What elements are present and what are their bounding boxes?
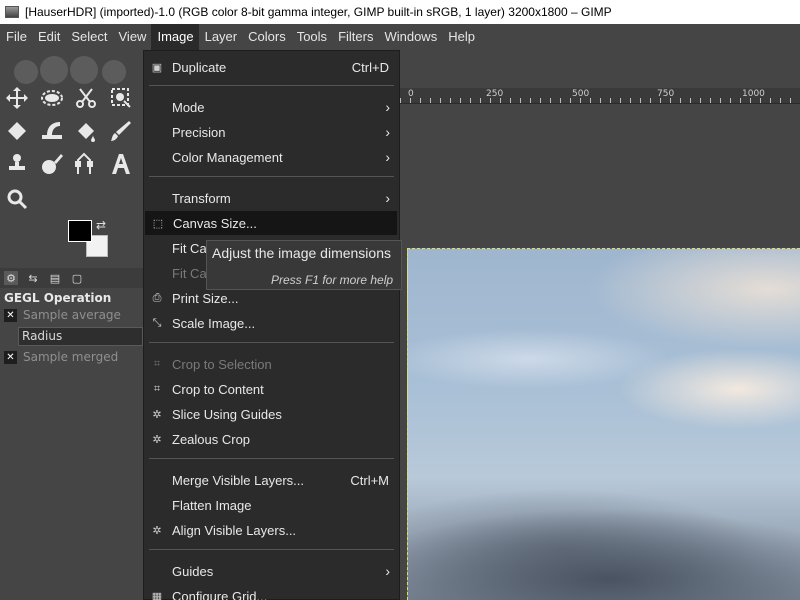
bucket-fill-icon[interactable] <box>72 117 100 145</box>
move-tool-icon[interactable] <box>3 84 31 112</box>
ruler-ticks <box>400 98 800 103</box>
menu-item-merge-visible-layers[interactable]: Merge Visible Layers... Ctrl+M <box>144 468 399 492</box>
menubar: File Edit Select View Image Layer Colors… <box>0 24 800 50</box>
sample-merged-label: Sample merged <box>23 350 119 364</box>
print-icon: ⎙ <box>152 291 162 304</box>
submenu-arrow-icon: › <box>385 124 390 140</box>
menu-tools[interactable]: Tools <box>291 24 332 50</box>
swap-colors-icon[interactable]: ⇄ <box>96 218 106 232</box>
menu-item-guides[interactable]: Guides › <box>144 559 399 583</box>
submenu-arrow-icon: › <box>385 190 390 206</box>
fuzzy-select-icon[interactable] <box>107 84 135 112</box>
menu-separator <box>149 85 394 86</box>
menu-image[interactable]: Image <box>151 24 199 50</box>
paths-tool-icon[interactable] <box>72 150 100 178</box>
menu-separator <box>149 342 394 343</box>
gear-icon: ✲ <box>152 408 162 421</box>
gear-icon: ✲ <box>152 524 162 537</box>
toolbox: ⇄ <box>0 50 143 600</box>
canvas-size-tooltip: Adjust the image dimensions Press F1 for… <box>206 240 402 290</box>
text-tool-icon[interactable] <box>107 150 135 178</box>
menu-item-crop-to-content[interactable]: ⌗ Crop to Content <box>144 377 399 401</box>
menu-item-precision[interactable]: Precision › <box>144 120 399 144</box>
menu-separator <box>149 549 394 550</box>
menu-item-flatten-image[interactable]: Flatten Image <box>144 493 399 517</box>
menu-item-duplicate[interactable]: ▣ Duplicate Ctrl+D <box>144 55 399 79</box>
sample-merged-option[interactable]: ✕ Sample merged <box>4 350 118 364</box>
warp-tool-icon[interactable] <box>38 117 66 145</box>
menu-item-canvas-size[interactable]: ⬚ Canvas Size... <box>145 211 397 235</box>
grid-icon: ▦ <box>151 590 163 600</box>
menu-item-mode[interactable]: Mode › <box>144 95 399 119</box>
menu-separator <box>149 458 394 459</box>
menu-item-align-visible-layers[interactable]: ✲ Align Visible Layers... <box>144 518 399 542</box>
menu-separator <box>149 176 394 177</box>
zoom-tool-icon[interactable] <box>3 185 31 213</box>
menu-item-scale-image[interactable]: ⤡ Scale Image... <box>144 311 399 335</box>
menu-edit[interactable]: Edit <box>32 24 65 50</box>
gimp-app-icon <box>5 6 19 18</box>
menu-item-crop-to-selection[interactable]: ⌗ Crop to Selection <box>144 352 399 376</box>
submenu-arrow-icon: › <box>385 149 390 165</box>
sample-average-label: Sample average <box>23 308 121 322</box>
menu-help[interactable]: Help <box>442 24 480 50</box>
menu-item-slice-using-guides[interactable]: ✲ Slice Using Guides <box>144 402 399 426</box>
menu-layer[interactable]: Layer <box>199 24 243 50</box>
horizontal-ruler[interactable]: 0 250 500 750 1000 <box>400 88 800 104</box>
title-bar: [HauserHDR] (imported)-1.0 (RGB color 8-… <box>0 0 800 24</box>
checkbox-icon[interactable]: ✕ <box>4 308 17 322</box>
tool-options-tab-icon[interactable]: ⚙ <box>4 271 18 285</box>
menu-windows[interactable]: Windows <box>378 24 442 50</box>
menu-item-color-management[interactable]: Color Management › <box>144 145 399 169</box>
menu-file[interactable]: File <box>0 24 32 50</box>
foreground-color-swatch[interactable] <box>68 220 92 242</box>
smudge-tool-icon[interactable] <box>38 150 66 178</box>
crop-icon: ⌗ <box>153 382 161 395</box>
menu-colors[interactable]: Colors <box>242 24 291 50</box>
dock-tabs: ⚙ ⇆ ▤ ▢ <box>0 268 143 288</box>
scale-icon: ⤡ <box>152 316 162 329</box>
menu-item-zealous-crop[interactable]: ✲ Zealous Crop <box>144 427 399 451</box>
menu-item-transform[interactable]: Transform › <box>144 186 399 210</box>
ellipse-select-icon[interactable] <box>38 84 66 112</box>
device-status-tab-icon[interactable]: ⇆ <box>26 271 40 285</box>
clone-tool-icon[interactable] <box>3 150 31 178</box>
menu-item-configure-grid[interactable]: ▦ Configure Grid... <box>144 584 399 600</box>
duplicate-icon: ▣ <box>151 61 163 74</box>
sample-average-option[interactable]: ✕ Sample average <box>4 308 121 322</box>
wilber-logo <box>14 56 126 84</box>
transform-tool-icon[interactable] <box>3 117 31 145</box>
window-title: [HauserHDR] (imported)-1.0 (RGB color 8-… <box>25 5 612 19</box>
paintbrush-icon[interactable] <box>107 117 135 145</box>
image-menu-dropdown: ▣ Duplicate Ctrl+D Mode › Precision › Co… <box>143 50 400 600</box>
menu-view[interactable]: View <box>113 24 152 50</box>
images-tab-icon[interactable]: ▢ <box>70 271 84 285</box>
undo-history-tab-icon[interactable]: ▤ <box>48 271 62 285</box>
tooltip-text: Adjust the image dimensions <box>212 245 391 261</box>
tooltip-help-text: Press F1 for more help <box>271 273 394 287</box>
radius-field[interactable]: Radius <box>18 327 143 346</box>
scissors-select-icon[interactable] <box>72 84 100 112</box>
tool-options-title: GEGL Operation <box>4 291 112 305</box>
submenu-arrow-icon: › <box>385 563 390 579</box>
crop-icon: ⌗ <box>153 357 161 370</box>
submenu-arrow-icon: › <box>385 99 390 115</box>
menu-select[interactable]: Select <box>65 24 112 50</box>
canvas-size-icon: ⬚ <box>152 217 164 230</box>
menu-filters[interactable]: Filters <box>332 24 378 50</box>
gear-icon: ✲ <box>152 433 162 446</box>
checkbox-icon[interactable]: ✕ <box>4 350 17 364</box>
image-canvas-sky-photo[interactable] <box>407 248 800 600</box>
